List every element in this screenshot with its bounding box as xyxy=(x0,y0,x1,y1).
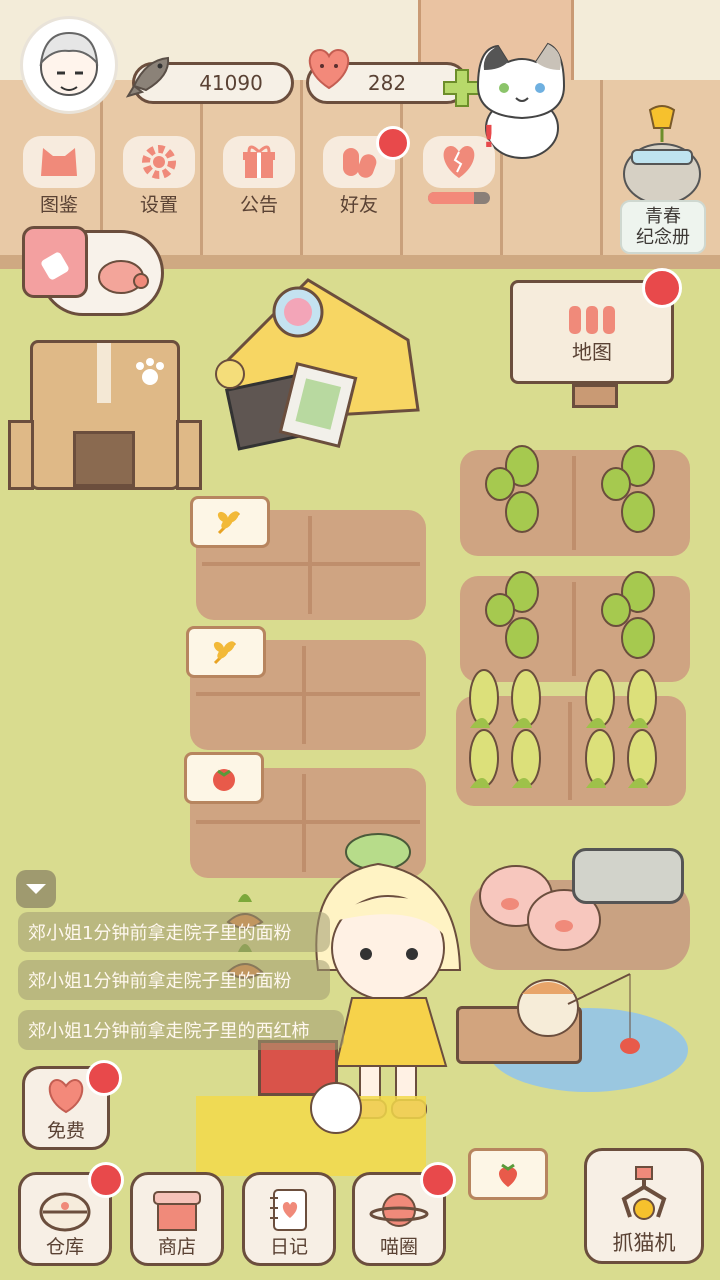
warehouse-label: 仓库 xyxy=(45,1236,84,1258)
diary-label: 日记 xyxy=(269,1236,308,1258)
friends-icon xyxy=(343,148,377,178)
message-item: 郊小姐1分钟前拿走院子里的面粉 xyxy=(18,960,330,1000)
cardboard-house[interactable] xyxy=(30,340,180,490)
map-button[interactable]: 地图 xyxy=(510,268,682,384)
fishing-cat[interactable] xyxy=(512,964,642,1056)
diary-icon xyxy=(270,1189,307,1231)
shop-icon xyxy=(153,1191,201,1231)
trough xyxy=(572,848,684,904)
album-label-line2: 纪念册 xyxy=(636,227,690,248)
tomato-sign[interactable] xyxy=(184,752,264,804)
friends-label: 好友 xyxy=(339,194,378,216)
album-label-line1: 青春 xyxy=(645,206,681,227)
chicken[interactable] xyxy=(310,1082,362,1134)
heart-count: 282 xyxy=(367,71,407,95)
paw-icon xyxy=(136,358,164,385)
message-item: 郊小姐1分钟前拿走院子里的西红柿 xyxy=(18,1010,344,1050)
announcement-label: 公告 xyxy=(239,194,278,216)
sprout-crops xyxy=(485,445,655,659)
warehouse-badge xyxy=(88,1162,124,1198)
shop-button[interactable]: 商店 xyxy=(130,1172,224,1266)
cat-circle-label: 喵圈 xyxy=(379,1236,418,1258)
cat-circle-badge xyxy=(420,1162,456,1198)
map-label: 地图 xyxy=(572,339,612,364)
notebook-icon[interactable] xyxy=(22,226,88,298)
encyclopedia-button[interactable]: 图鉴 xyxy=(18,136,100,222)
heart-event-button[interactable]: ! xyxy=(418,120,500,222)
claw-icon xyxy=(621,1166,667,1220)
pig-sleep-icon xyxy=(98,260,149,294)
map-badge xyxy=(642,268,682,308)
chat-toggle-button[interactable] xyxy=(16,870,56,908)
encyclopedia-label: 图鉴 xyxy=(39,194,78,216)
fish-icon xyxy=(126,56,170,98)
gift-icon xyxy=(243,145,275,178)
event-progress-bar xyxy=(428,192,490,204)
cat-planet-icon xyxy=(369,1193,429,1227)
chevron-down-icon xyxy=(26,884,46,894)
cat-face-icon xyxy=(41,148,77,176)
heart-broken-icon xyxy=(443,146,475,178)
wheat-icon xyxy=(217,511,241,535)
tomato-icon xyxy=(213,769,235,791)
fence-icon xyxy=(569,305,615,334)
wheat-icon xyxy=(213,641,237,665)
album-label-box: 青春 纪念册 xyxy=(620,200,706,254)
free-badge xyxy=(86,1060,122,1096)
warehouse-icon xyxy=(39,1192,91,1232)
claw-machine-label: 抓猫机 xyxy=(612,1231,676,1255)
wheat-sign[interactable] xyxy=(190,496,270,548)
shop-label: 商店 xyxy=(157,1236,196,1258)
corn-crops xyxy=(469,669,657,788)
tulip-cat-icon xyxy=(623,105,701,205)
settings-button[interactable]: 设置 xyxy=(118,136,200,222)
strawberry-icon xyxy=(498,1163,518,1187)
announcement-button[interactable]: 公告 xyxy=(218,136,300,222)
wheat-sign-2[interactable] xyxy=(186,626,266,678)
message-text: 郊小姐1分钟前拿走院子里的面粉 xyxy=(28,923,292,944)
friends-button[interactable]: 好友 xyxy=(318,126,410,222)
free-label: 免费 xyxy=(46,1120,85,1142)
youth-album-button[interactable]: 青春 纪念册 xyxy=(614,104,710,256)
alert-icon: ! xyxy=(482,120,496,155)
claw-machine-button[interactable]: 抓猫机 xyxy=(584,1148,704,1264)
fish-count: 41090 xyxy=(199,71,263,95)
message-item: 郊小姐1分钟前拿走院子里的面粉 xyxy=(18,912,330,952)
settings-label: 设置 xyxy=(139,194,178,216)
message-text: 郊小姐1分钟前拿走院子里的西红柿 xyxy=(28,1021,310,1042)
friends-badge xyxy=(376,126,410,160)
strawberry-sign[interactable] xyxy=(468,1148,548,1200)
top-menu: 图鉴 设置 公告 好友 ! xyxy=(18,120,500,222)
message-text: 郊小姐1分钟前拿走院子里的面粉 xyxy=(28,971,292,992)
market-stall[interactable] xyxy=(208,270,428,470)
player-avatar[interactable] xyxy=(20,16,118,114)
heart-face-icon xyxy=(48,1078,84,1114)
heart-face-icon xyxy=(308,48,350,90)
diary-button[interactable]: 日记 xyxy=(242,1172,336,1266)
gear-icon xyxy=(142,145,176,179)
